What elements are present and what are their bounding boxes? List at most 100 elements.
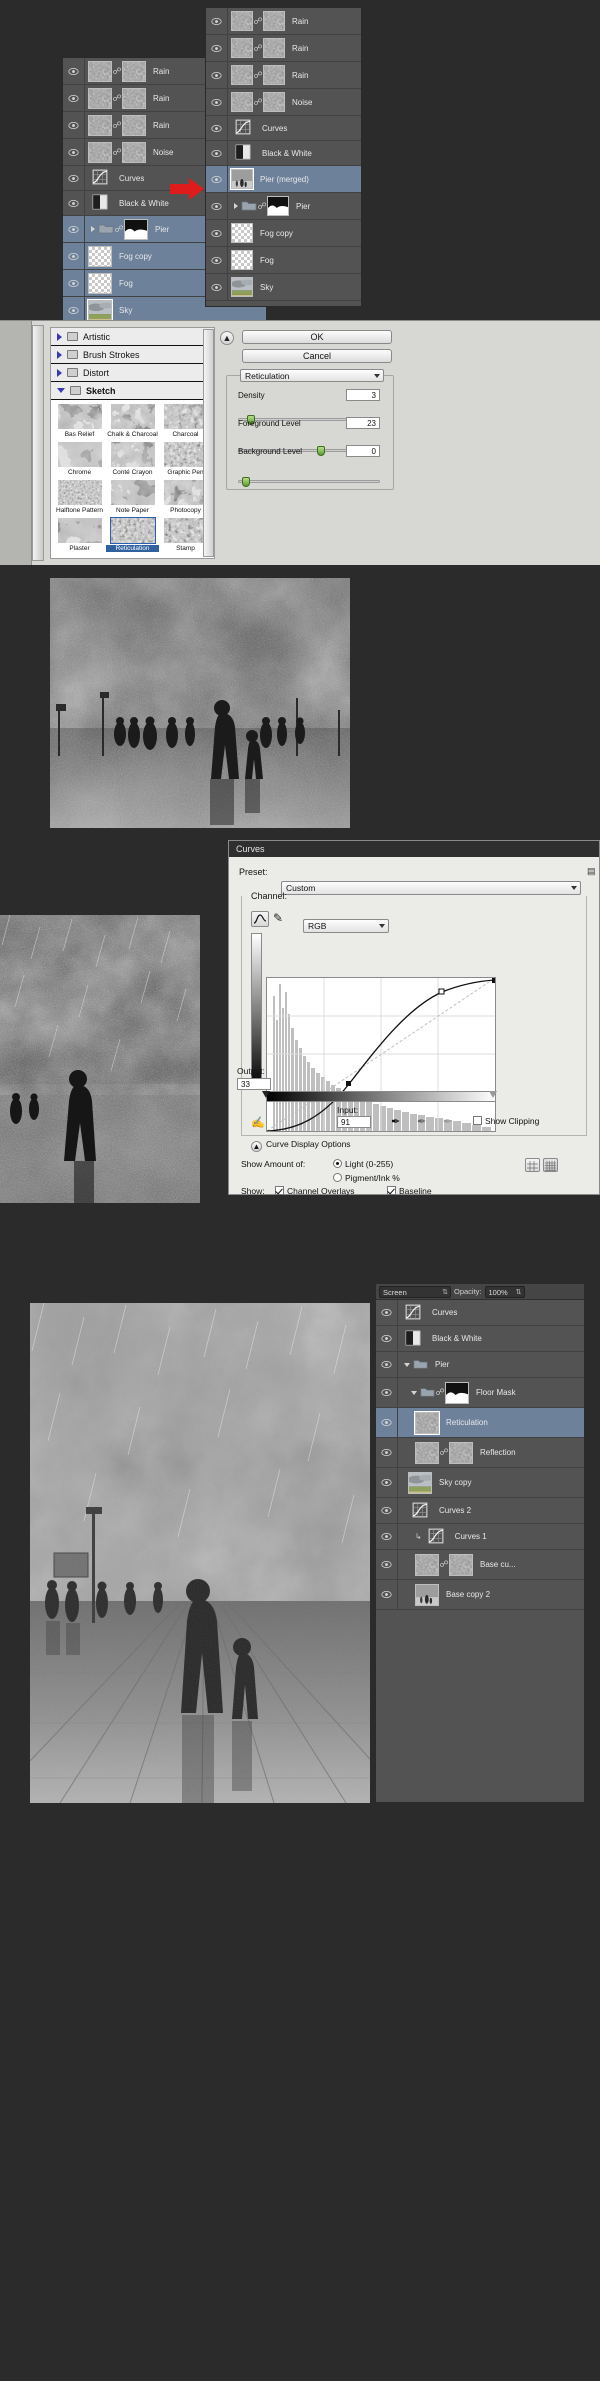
layer-visibility-toggle[interactable] (206, 193, 228, 219)
layer-visibility-toggle[interactable] (63, 191, 85, 215)
layer-visibility-toggle[interactable] (376, 1580, 398, 1609)
layer-visibility-toggle[interactable] (376, 1352, 398, 1377)
filter-thumb-note-paper[interactable]: Note Paper (106, 479, 159, 514)
filter-category-distort[interactable]: Distort (51, 364, 214, 382)
output-value[interactable]: 33 (237, 1078, 271, 1090)
layer-visibility-toggle[interactable] (206, 274, 228, 300)
eyedropper-gray-icon[interactable]: ✒ (417, 1115, 426, 1128)
grid-large-icon[interactable] (543, 1158, 558, 1172)
layer-thumbnail[interactable] (231, 223, 253, 243)
layer-visibility-toggle[interactable] (63, 58, 85, 84)
layer-visibility-toggle[interactable] (376, 1408, 398, 1437)
layer-thumbnail[interactable] (241, 198, 257, 214)
layer-thumbnail[interactable] (88, 141, 112, 163)
layer-visibility-toggle[interactable] (376, 1524, 398, 1549)
input-value[interactable]: 91 (337, 1116, 371, 1128)
preset-select[interactable]: Custom (281, 881, 581, 895)
link-icon[interactable]: ☍ (435, 1387, 445, 1398)
link-icon[interactable]: ☍ (112, 147, 122, 158)
layer-thumbnail[interactable] (92, 194, 108, 212)
layer-visibility-toggle[interactable] (206, 8, 228, 34)
filter-settings-pane[interactable]: ▲ OK Cancel Reticulation Density 3 Foregro… (220, 327, 595, 559)
layer-row[interactable]: ☍ Base cu... (376, 1550, 584, 1580)
link-icon[interactable]: ☍ (257, 201, 267, 212)
filter-category-brush-strokes[interactable]: Brush Strokes (51, 346, 214, 364)
cancel-button[interactable]: Cancel (242, 349, 392, 363)
layer-thumbnail[interactable] (414, 1410, 440, 1435)
light-radio[interactable]: Light (0-255) (333, 1159, 393, 1169)
layer-row[interactable]: ☍ Rain (206, 35, 361, 62)
layer-visibility-toggle[interactable] (206, 166, 228, 192)
smooth-hand-icon[interactable]: ✍ (251, 1116, 265, 1129)
layer-visibility-toggle[interactable] (63, 270, 85, 296)
layer-visibility-toggle[interactable] (376, 1378, 398, 1407)
layer-thumbnail[interactable] (235, 144, 251, 162)
filter-type-select[interactable]: Reticulation (240, 369, 384, 382)
layer-thumbnail[interactable] (92, 169, 108, 187)
param-slider-background-level[interactable] (238, 477, 380, 487)
blend-mode-select[interactable]: Screen ⇅ (379, 1285, 451, 1298)
layer-row[interactable]: Fog copy (206, 220, 361, 247)
layer-visibility-toggle[interactable] (206, 62, 228, 88)
link-icon[interactable]: ☍ (253, 70, 263, 81)
layer-row[interactable]: ☍ Rain (206, 8, 361, 35)
layer-thumbnail[interactable] (412, 1502, 428, 1520)
layer-row[interactable]: Curves (376, 1300, 584, 1326)
layer-visibility-toggle[interactable] (206, 141, 228, 165)
layer-visibility-toggle[interactable] (376, 1326, 398, 1351)
layer-thumbnail[interactable] (428, 1528, 444, 1546)
layer-visibility-toggle[interactable] (206, 220, 228, 246)
layer-mask-thumbnail[interactable] (122, 114, 146, 136)
layer-thumbnail[interactable] (88, 245, 112, 267)
layer-row[interactable]: Pier (merged) (206, 166, 361, 193)
layer-thumbnail[interactable] (231, 250, 253, 270)
param-value-density[interactable]: 3 (346, 389, 380, 401)
layer-row[interactable]: Black & White (376, 1326, 584, 1352)
layer-row[interactable]: Black & White (206, 141, 361, 166)
filter-list-scrollbar[interactable] (203, 329, 214, 557)
layer-visibility-toggle[interactable] (63, 166, 85, 190)
curve-display-options-toggle[interactable]: ▲ Curve Display Options (251, 1139, 351, 1152)
layer-thumbnail[interactable] (413, 1357, 428, 1372)
pencil-icon[interactable]: ✎ (273, 911, 283, 925)
baseline-checkbox[interactable]: Baseline (387, 1186, 432, 1196)
curve-graph[interactable] (266, 977, 496, 1132)
grid-small-icon[interactable] (525, 1158, 540, 1172)
filter-thumb-reticulation[interactable]: Reticulation (106, 517, 159, 552)
link-icon[interactable]: ☍ (439, 1559, 449, 1570)
layer-row[interactable]: ↳ Curves 1 (376, 1524, 584, 1550)
blend-opacity-bar[interactable]: Screen ⇅ Opacity: 100% ⇅ (376, 1284, 584, 1300)
opacity-select[interactable]: 100% ⇅ (484, 1285, 525, 1298)
filter-category-sketch[interactable]: Sketch (51, 382, 214, 400)
layer-row[interactable]: ☍ Reflection (376, 1438, 584, 1468)
layer-thumbnail[interactable] (88, 60, 112, 82)
layer-thumbnail[interactable] (408, 1471, 432, 1494)
layer-thumbnail[interactable] (405, 1304, 421, 1322)
link-icon[interactable]: ☍ (114, 224, 124, 235)
filter-thumb-chalk-charcoal[interactable]: Chalk & Charcoal (106, 403, 159, 438)
layer-row[interactable]: Curves (206, 116, 361, 141)
black-point-slider[interactable] (262, 1091, 270, 1098)
preset-menu-icon[interactable]: ▤ (587, 866, 596, 877)
layer-visibility-toggle[interactable] (376, 1498, 398, 1523)
layer-visibility-toggle[interactable] (63, 216, 85, 242)
filter-thumb-halftone-pattern[interactable]: Halftone Pattern (53, 479, 106, 514)
layer-visibility-toggle[interactable] (206, 116, 228, 140)
pigment-radio[interactable]: Pigment/Ink % (333, 1173, 400, 1183)
param-value-foreground-level[interactable]: 23 (346, 417, 380, 429)
layer-thumbnail[interactable] (231, 11, 253, 31)
layer-row[interactable]: Sky (206, 274, 361, 301)
layer-visibility-toggle[interactable] (376, 1300, 398, 1325)
collapse-chevron-icon[interactable]: ▲ (220, 331, 234, 345)
final-layers-panel[interactable]: Screen ⇅ Opacity: 100% ⇅ Curves Black & W… (375, 1283, 585, 1803)
layer-mask-thumbnail[interactable] (449, 1441, 473, 1464)
layer-mask-thumbnail[interactable] (449, 1553, 473, 1576)
layer-visibility-toggle[interactable] (206, 35, 228, 61)
layer-thumbnail[interactable] (230, 168, 254, 190)
layer-row[interactable]: Base copy 2 (376, 1580, 584, 1610)
layer-row[interactable]: Pier (376, 1352, 584, 1378)
layer-thumbnail[interactable] (235, 119, 251, 137)
layer-visibility-toggle[interactable] (63, 139, 85, 165)
layer-thumbnail[interactable] (415, 1553, 439, 1576)
filter-thumb-cont-crayon[interactable]: Conté Crayon (106, 441, 159, 476)
